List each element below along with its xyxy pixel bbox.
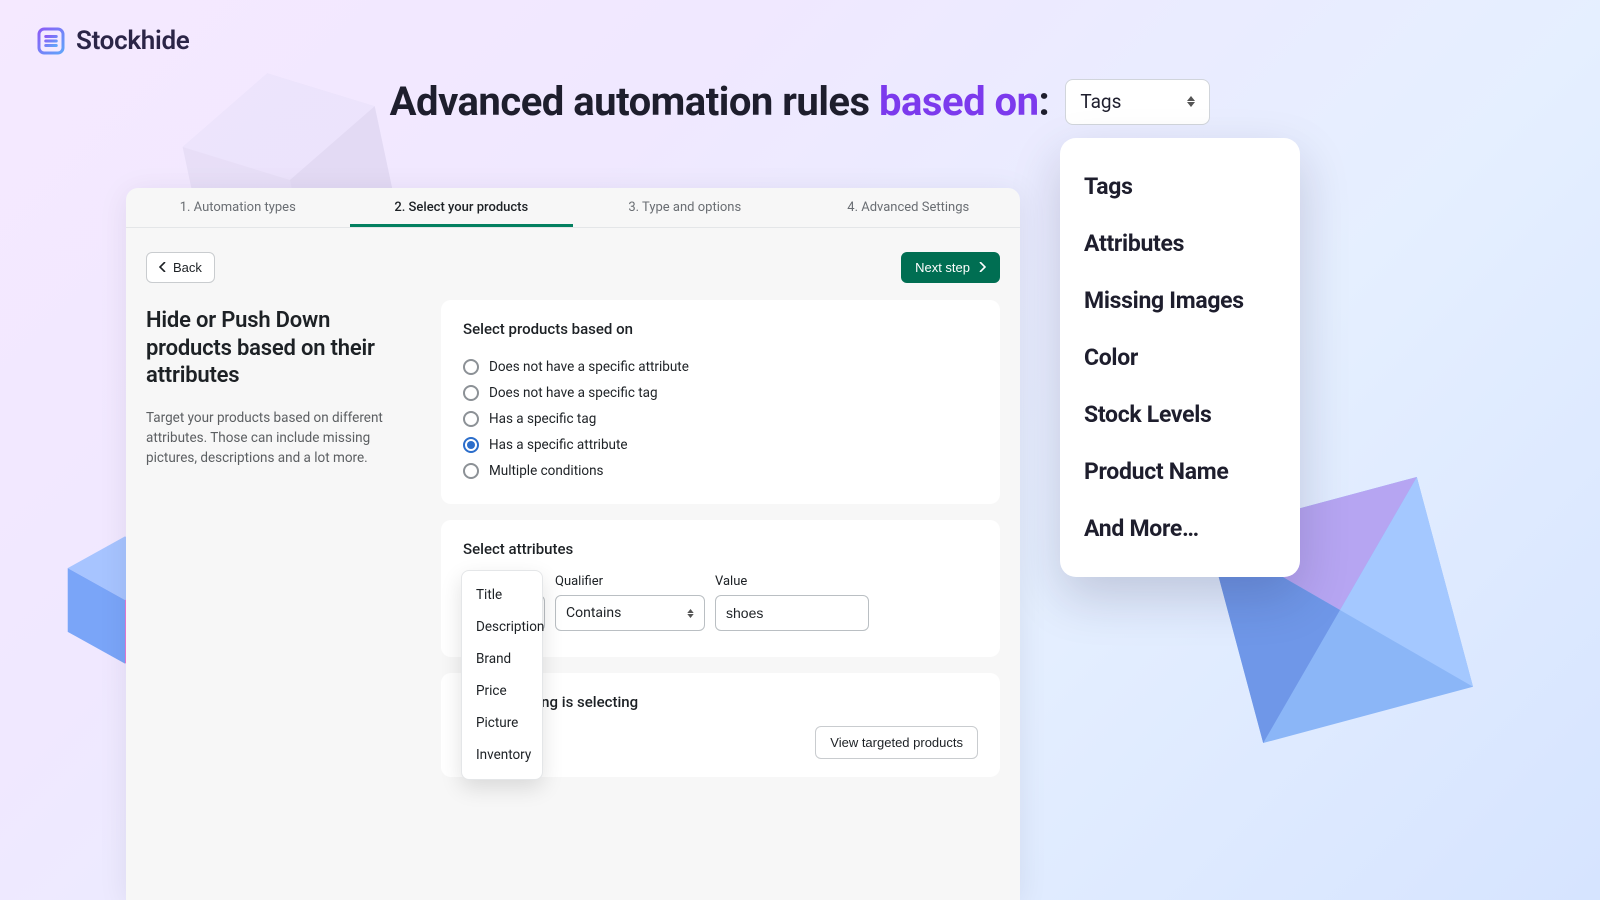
attribute-dropdown-menu: Title Description Brand Price Picture In… [461,570,543,780]
headline-suffix: : [1039,78,1050,125]
qualifier-label: Qualifier [555,574,705,589]
qualifier-select-value: Contains [566,605,621,621]
headline-accent: based on [879,78,1039,125]
radio-icon [463,463,479,479]
chevron-left-icon [159,260,167,275]
basis-option-color[interactable]: Color [1084,329,1276,386]
basis-dropdown-menu: Tags Attributes Missing Images Color Sto… [1060,138,1300,577]
back-button[interactable]: Back [146,252,215,283]
section-description: Target your products based on different … [146,408,421,469]
select-basis-title: Select products based on [463,320,978,338]
basis-select[interactable]: Tags [1065,79,1210,125]
select-attributes-title: Select attributes [463,540,978,558]
brand-name: Stockhide [76,26,189,56]
radio-icon [463,385,479,401]
chevron-right-icon [978,260,986,275]
attribute-option-inventory[interactable]: Inventory [462,739,542,771]
basis-option-and-more[interactable]: And More… [1084,500,1276,557]
basis-option-tags[interactable]: Tags [1084,158,1276,215]
wizard-panel: 1. Automation types 2. Select your produ… [126,188,1020,900]
step-select-products[interactable]: 2. Select your products [350,188,574,227]
page-headline: Advanced automation rules based on: [390,78,1050,125]
radio-no-attribute[interactable]: Does not have a specific attribute [463,354,978,380]
radio-has-attribute[interactable]: Has a specific attribute [463,432,978,458]
next-step-label: Next step [915,260,970,275]
radio-label: Does not have a specific attribute [489,359,689,375]
radio-icon [463,359,479,375]
qualifier-select[interactable]: Contains [555,595,705,631]
radio-label: Has a specific tag [489,411,596,427]
brand-glyph-icon [36,26,66,56]
radio-label: Multiple conditions [489,463,604,479]
attribute-option-price[interactable]: Price [462,675,542,707]
view-targeted-products-button[interactable]: View targeted products [815,726,978,759]
attribute-option-description[interactable]: Description [462,611,542,643]
headline-prefix: Advanced automation rules [390,78,879,125]
select-caret-icon [687,609,694,618]
attribute-option-title[interactable]: Title [462,579,542,611]
radio-icon [463,437,479,453]
step-type-options[interactable]: 3. Type and options [573,188,797,227]
attribute-option-brand[interactable]: Brand [462,643,542,675]
basis-select-value: Tags [1080,90,1121,113]
wizard-steps: 1. Automation types 2. Select your produ… [126,188,1020,228]
step-automation-types[interactable]: 1. Automation types [126,188,350,227]
view-targeted-products-label: View targeted products [830,735,963,750]
brand-logo: Stockhide [36,26,189,56]
step-advanced-settings[interactable]: 4. Advanced Settings [797,188,1021,227]
attribute-option-picture[interactable]: Picture [462,707,542,739]
radio-icon [463,411,479,427]
radio-no-tag[interactable]: Does not have a specific tag [463,380,978,406]
select-caret-icon [1187,96,1195,107]
page-headline-row: Advanced automation rules based on: Tags [0,78,1600,125]
radio-label: Does not have a specific tag [489,385,658,401]
basis-option-attributes[interactable]: Attributes [1084,215,1276,272]
basis-option-missing-images[interactable]: Missing Images [1084,272,1276,329]
radio-label: Has a specific attribute [489,437,628,453]
radio-has-tag[interactable]: Has a specific tag [463,406,978,432]
back-button-label: Back [173,260,202,275]
basis-option-product-name[interactable]: Product Name [1084,443,1276,500]
value-input[interactable] [715,595,869,631]
radio-multiple-conditions[interactable]: Multiple conditions [463,458,978,484]
next-step-button[interactable]: Next step [901,252,1000,283]
basis-option-stock-levels[interactable]: Stock Levels [1084,386,1276,443]
select-basis-card: Select products based on Does not have a… [441,300,1000,504]
section-title: Hide or Push Down products based on thei… [146,307,421,390]
value-label: Value [715,574,869,589]
